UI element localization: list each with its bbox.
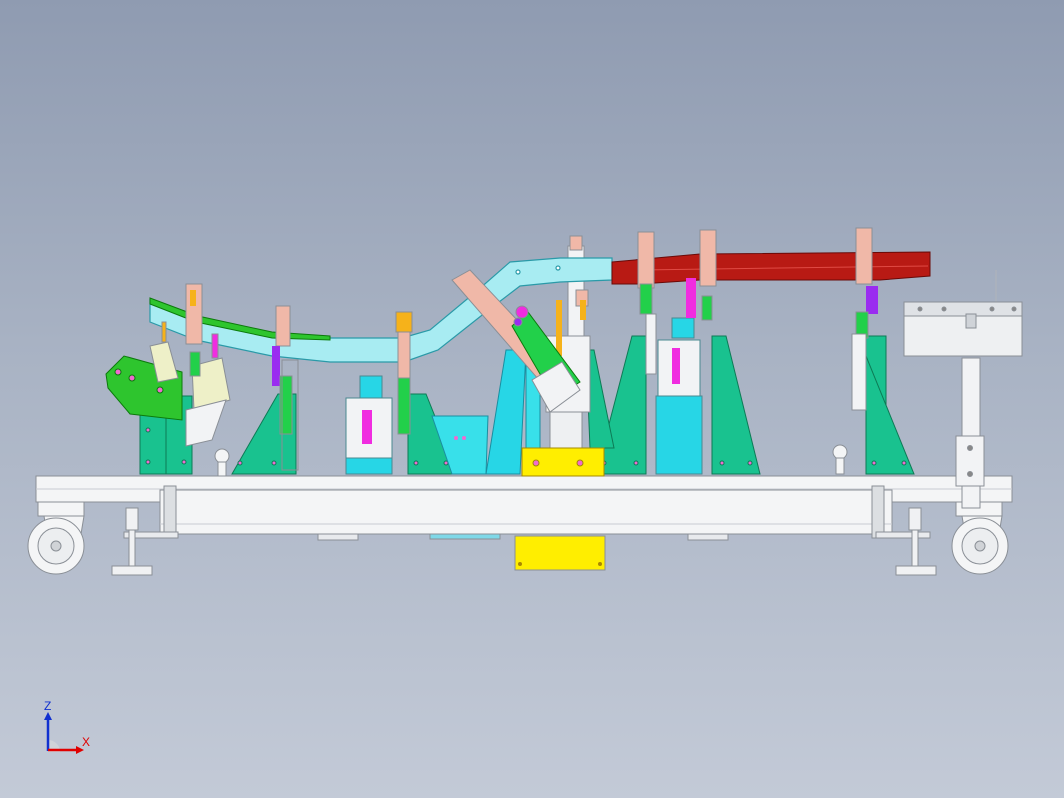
- bracket-column-6: [865, 335, 915, 475]
- bracket-column-5: [711, 335, 761, 475]
- yellow-mount: [521, 447, 605, 477]
- leveling-foot-right: [895, 507, 937, 576]
- caster-wheel-left: [27, 501, 85, 575]
- control-cabinet: [903, 270, 1023, 509]
- beam-end-left: [163, 485, 177, 539]
- lower-beam: [159, 489, 893, 535]
- clamp-post-1: [185, 283, 203, 377]
- motor-unit-1: [345, 375, 393, 475]
- axis-triad: Z X: [44, 699, 90, 754]
- base-frame: [35, 475, 1013, 571]
- triad-z-label: Z: [44, 699, 51, 713]
- red-beam: [611, 251, 931, 285]
- beam-end-right: [871, 485, 885, 539]
- leveling-foot-left: [111, 507, 153, 576]
- clamp-post-3: [395, 311, 413, 435]
- caster-wheel-right: [951, 501, 1009, 575]
- cad-viewport[interactable]: Z X: [0, 0, 1064, 798]
- triad-x-label: X: [82, 735, 90, 749]
- yellow-block: [514, 535, 606, 571]
- motor-unit-2: [655, 317, 703, 475]
- sensor-unit-2: [185, 333, 231, 447]
